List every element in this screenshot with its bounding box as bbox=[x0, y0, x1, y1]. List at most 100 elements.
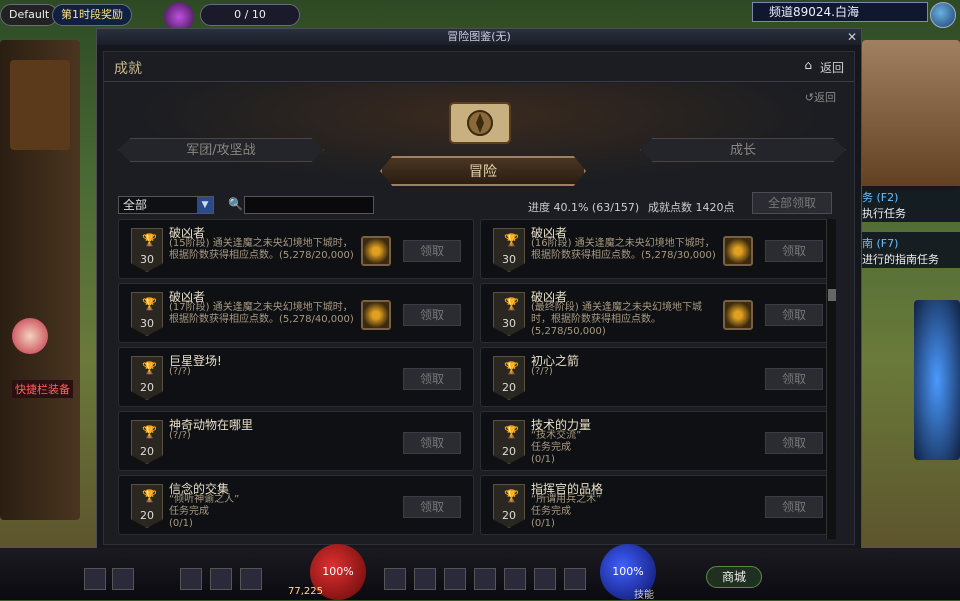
claim-all-button[interactable]: 全部领取 bbox=[752, 192, 832, 214]
window-title: 冒险图鉴(无) bbox=[447, 30, 511, 43]
adventure-codex-window: 冒险图鉴(无) ✕ 成就 ⌂ 返回 ↺返回 军团/攻坚战 冒险 成长 全部 ▼ … bbox=[96, 28, 862, 550]
sub-back-button[interactable]: ↺返回 bbox=[805, 89, 836, 105]
points-value: 20 bbox=[140, 509, 154, 522]
skill-slot[interactable] bbox=[534, 568, 556, 590]
skill-label[interactable]: 技能 bbox=[634, 586, 654, 601]
trophy-icon: 🏆 bbox=[504, 233, 519, 247]
tab-growth[interactable]: 成长 bbox=[640, 138, 846, 162]
skill-slot[interactable] bbox=[444, 568, 466, 590]
achievement-list: 🏆 30 破凶者 (15阶段) 通关逢魔之未央幻境地下城时，根据阶数获得相应点数。(5… bbox=[118, 219, 838, 539]
points-badge: 🏆 30 bbox=[493, 228, 525, 272]
panel-header: 成就 ⌂ 返回 bbox=[104, 52, 854, 82]
claim-button[interactable]: 领取 bbox=[765, 304, 823, 326]
tab-legion[interactable]: 军团/攻坚战 bbox=[118, 138, 324, 162]
quest-panel-1[interactable]: 务 (F2) 执行任务 bbox=[858, 186, 960, 222]
points-badge: 🏆 20 bbox=[131, 356, 163, 400]
sub-back-label: 返回 bbox=[814, 91, 836, 104]
trophy-icon: 🏆 bbox=[504, 297, 519, 311]
points-value: 20 bbox=[140, 445, 154, 458]
globe-icon[interactable] bbox=[930, 2, 956, 28]
search-input[interactable] bbox=[244, 196, 374, 214]
achievement-card: 🏆 20 信念的交集 “倾听神谕之人” 任务完成 (0/1) 领取 bbox=[118, 475, 474, 535]
points-badge: 🏆 30 bbox=[493, 292, 525, 336]
return-icon: ↺ bbox=[804, 91, 814, 104]
party-avatar[interactable] bbox=[12, 318, 48, 354]
trophy-icon: 🏆 bbox=[142, 297, 157, 311]
claim-button[interactable]: 领取 bbox=[403, 240, 461, 262]
skill-slot[interactable] bbox=[84, 568, 106, 590]
achievement-card: 🏆 30 破凶者 (16阶段) 通关逢魔之未央幻境地下城时，根据阶数获得相应点数。(5… bbox=[480, 219, 836, 279]
filter-value: 全部 bbox=[123, 198, 148, 212]
reward-icon[interactable] bbox=[723, 236, 753, 266]
close-icon[interactable]: ✕ bbox=[847, 29, 857, 45]
quest-panel-2[interactable]: 南 (F7) 进行的指南任务 bbox=[858, 232, 960, 268]
skill-slot[interactable] bbox=[474, 568, 496, 590]
points-badge: 🏆 20 bbox=[493, 420, 525, 464]
achievement-desc: (?/?) bbox=[169, 366, 191, 377]
guide-title: 南 (F7) bbox=[862, 237, 899, 250]
points-value: 30 bbox=[140, 253, 154, 266]
window-titlebar[interactable]: 冒险图鉴(无) ✕ bbox=[97, 29, 861, 45]
claim-button[interactable]: 领取 bbox=[765, 496, 823, 518]
claim-button[interactable]: 领取 bbox=[403, 496, 461, 518]
event-reward-label[interactable]: 第1时段奖励 bbox=[52, 4, 132, 26]
skill-slot[interactable] bbox=[112, 568, 134, 590]
points-text: 成就点数 1420点 bbox=[648, 201, 735, 214]
trophy-icon: 🏆 bbox=[504, 489, 519, 503]
trophy-icon: 🏆 bbox=[142, 361, 157, 375]
achievement-card: 🏆 30 破凶者 (最终阶段) 通关逢魔之未央幻境地下城时，根据阶数获得相应点数。(5… bbox=[480, 283, 836, 343]
achievement-card: 🏆 20 初心之箭 (?/?) 领取 bbox=[480, 347, 836, 407]
tab-adventure[interactable]: 冒险 bbox=[380, 156, 586, 186]
filter-select[interactable]: 全部 ▼ bbox=[118, 196, 214, 214]
home-icon[interactable]: ⌂ bbox=[804, 58, 812, 72]
achievement-desc: (?/?) bbox=[169, 430, 191, 441]
claim-button[interactable]: 领取 bbox=[765, 432, 823, 454]
achievement-desc: (?/?) bbox=[531, 366, 553, 377]
claim-button[interactable]: 领取 bbox=[403, 432, 461, 454]
mall-button[interactable]: 商城 bbox=[706, 566, 762, 588]
achievement-card: 🏆 30 破凶者 (17阶段) 通关逢魔之未央幻境地下城时，根据阶数获得相应点数。(5… bbox=[118, 283, 474, 343]
skill-slot[interactable] bbox=[504, 568, 526, 590]
achievement-card: 🏆 20 神奇动物在哪里 (?/?) 领取 bbox=[118, 411, 474, 471]
claim-button[interactable]: 领取 bbox=[765, 240, 823, 262]
points-badge: 🏆 30 bbox=[131, 292, 163, 336]
achievement-desc: “倾听神谕之人” 任务完成 (0/1) bbox=[169, 494, 240, 529]
points-badge: 🏆 20 bbox=[131, 420, 163, 464]
achievement-card: 🏆 20 指挥官的品格 “所谓用兵之术” 任务完成 (0/1) 领取 bbox=[480, 475, 836, 535]
progress-text: 进度 40.1% (63/157) bbox=[528, 201, 640, 214]
channel-display[interactable]: 频道89024.白海 bbox=[752, 2, 928, 22]
reward-icon[interactable] bbox=[723, 300, 753, 330]
points-badge: 🏆 20 bbox=[493, 484, 525, 528]
reward-icon[interactable] bbox=[361, 300, 391, 330]
claim-button[interactable]: 领取 bbox=[403, 368, 461, 390]
skill-slot[interactable] bbox=[240, 568, 262, 590]
scrollbar[interactable] bbox=[826, 219, 836, 539]
gold-amount: 77,225 bbox=[288, 586, 323, 597]
points-value: 20 bbox=[502, 445, 516, 458]
points-value: 30 bbox=[502, 253, 516, 266]
back-button[interactable]: 返回 bbox=[820, 59, 844, 76]
claim-button[interactable]: 领取 bbox=[765, 368, 823, 390]
achievement-desc: “所谓用兵之术” 任务完成 (0/1) bbox=[531, 494, 602, 529]
achievement-panel: 成就 ⌂ 返回 ↺返回 军团/攻坚战 冒险 成长 全部 ▼ 🔍 进度 40.1%… bbox=[103, 51, 855, 545]
skill-slot[interactable] bbox=[564, 568, 586, 590]
achievement-card: 🏆 30 破凶者 (15阶段) 通关逢魔之未央幻境地下城时，根据阶数获得相应点数。(5… bbox=[118, 219, 474, 279]
guide-text: 进行的指南任务 bbox=[862, 253, 939, 266]
event-counter: 0 / 10 bbox=[200, 4, 300, 26]
skill-slot[interactable] bbox=[210, 568, 232, 590]
points-value: 30 bbox=[502, 317, 516, 330]
achievement-desc: (最终阶段) 通关逢魔之未央幻境地下城时，根据阶数获得相应点数。(5,278/5… bbox=[531, 302, 702, 337]
skill-slot[interactable] bbox=[180, 568, 202, 590]
claim-button[interactable]: 领取 bbox=[403, 304, 461, 326]
skill-slot[interactable] bbox=[414, 568, 436, 590]
points-badge: 🏆 20 bbox=[131, 484, 163, 528]
scrollbar-thumb[interactable] bbox=[828, 289, 836, 301]
quickbar-label[interactable]: 快捷栏装备 bbox=[12, 380, 73, 398]
reward-icon[interactable] bbox=[361, 236, 391, 266]
points-badge: 🏆 20 bbox=[493, 356, 525, 400]
trophy-icon: 🏆 bbox=[142, 233, 157, 247]
skill-slot[interactable] bbox=[384, 568, 406, 590]
trophy-icon: 🏆 bbox=[142, 425, 157, 439]
points-value: 30 bbox=[140, 317, 154, 330]
portal-decoration bbox=[914, 300, 960, 460]
